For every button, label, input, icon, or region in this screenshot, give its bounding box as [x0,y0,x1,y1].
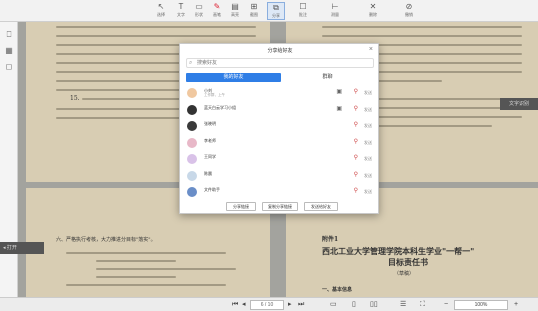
appendix-title-line2: 目标责任书 [388,257,428,267]
contact-row[interactable]: 张晓明 ⚲ 发送 [186,118,374,135]
single-page-icon[interactable]: ▯ [352,299,356,311]
send-icon[interactable]: ⚲ [354,155,358,162]
right-side-indicator[interactable]: 文字识别 [500,98,538,110]
grid-icon: ⊞ [250,2,258,11]
contact-row[interactable]: 王同学 ⚲ 发送 [186,151,374,168]
tab-groups[interactable]: 群聊 [281,73,374,82]
contact-name: 王同学 [204,154,216,159]
toolbar-item-measure[interactable]: ⊢ 测量 [326,2,344,20]
send-label: 发送 [364,90,372,95]
top-toolbar: ↖ 选择 T 文字 ▭ 形状 ✎ 画笔 ▤ 高亮 ⊞ 截图 ⧉ 分享 ☐ 批注 ⊢ 测量 ✕ 删除 … [0,0,538,22]
send-label: 发送 [364,123,372,128]
send-label: 发送 [364,189,372,194]
contact-name: 陈晨 [204,170,212,176]
fit-page-icon[interactable]: ▭ [330,299,337,311]
toolbar-item-delete[interactable]: ✕ 删除 [364,2,382,20]
toolbar-item-highlight[interactable]: ▤ 高亮 [226,2,244,20]
tab-friends[interactable]: 我的好友 [186,73,281,82]
pointer-icon: ↖ [157,2,165,11]
send-icon[interactable]: ⚲ [354,122,358,129]
next-page-icon[interactable]: ▸ [288,299,292,311]
left-side-indicator[interactable]: ◂ 打开 [0,242,44,254]
toolbar-item-share[interactable]: ⧉ 分享 [267,2,285,20]
send-icon[interactable]: ⚲ [354,89,358,96]
avatar [187,187,197,197]
screenshot-icon: ⧉ [273,3,279,12]
rect-icon: ▭ [195,2,203,11]
dialog-title: 分享给好友 [267,48,293,54]
search-box: ⌕ [186,58,374,68]
toolbar-item-pen[interactable]: ✎ 画笔 [208,2,226,20]
fullscreen-icon[interactable]: ⛶ [420,299,425,311]
avatar [187,170,197,181]
contact-subtitle: 工作群，上午 [204,93,225,97]
paragraph-number: 15. [70,95,80,102]
section-heading: 六、严格执行考核，大力推进分目标"落实"。 [56,237,156,243]
send-icon[interactable]: ⚲ [354,139,358,146]
prev-page-icon[interactable]: ◂ [242,299,246,311]
last-page-icon[interactable]: ⏭ [298,299,304,311]
contact-name: 李老师 [204,137,216,143]
zoom-level[interactable]: 100% [454,300,508,310]
toolbar-item-undo[interactable]: ⊘ 撤销 [400,2,418,20]
close-x-icon: ✕ [369,2,377,11]
send-label: 发送 [364,139,372,145]
send-label: 发送 [364,106,372,112]
send-label: 发送 [364,172,372,178]
contact-name: 文件助手 [204,187,220,192]
send-to-friend-button[interactable]: 发送给好友 [304,202,338,211]
contact-row[interactable]: 文件助手 ⚲ 发送 [186,184,374,201]
close-icon[interactable]: × [369,46,373,54]
share-dialog: 分享给好友 × ⌕ 我的好友 群聊 小刘工作群，上午▣⚲发送蓝天白云学习小组▣⚲… [179,43,379,214]
send-label: 发送 [364,156,372,161]
ban-icon: ⊘ [405,2,413,11]
continuous-page-icon[interactable]: ☰ [400,299,406,311]
avatar [187,88,197,98]
contact-row[interactable]: 陈晨 ⚲ 发送 [186,168,374,185]
bookmark-icon[interactable]: ⎕ [4,30,14,40]
avatar [187,137,197,148]
zoom-out-icon[interactable]: − [444,299,448,311]
first-page-icon[interactable]: ⏮ [232,299,238,311]
toolbar-item-shape[interactable]: ▭ 形状 [190,2,208,20]
send-icon[interactable]: ⚲ [354,172,358,179]
pen-icon: ✎ [213,2,221,11]
pdf-reader-window: ↖ 选择 T 文字 ▭ 形状 ✎ 画笔 ▤ 高亮 ⊞ 截图 ⧉ 分享 ☐ 批注 ⊢ 测量 ✕ 删除 … [0,0,538,311]
bottom-status-bar: ⏮ ◂ 6 / 10 ▸ ⏭ ▭ ▯ ▯▯ ☰ ⛶ − 100% + [0,297,538,311]
note-icon: ☐ [299,2,307,11]
copy-link-button[interactable]: 复制分享链接 [262,202,298,211]
toolbar-item-note[interactable]: ☐ 批注 [294,2,312,20]
text-icon: T [178,2,184,11]
share-link-button[interactable]: 分享链接 [226,202,256,211]
thumbnail-icon[interactable]: ▦ [4,46,14,56]
contact-row[interactable]: 蓝天白云学习小组 ▣ ⚲ 发送 [186,102,374,119]
contact-row[interactable]: 小刘 工作群，上午 ▣ ⚲ 发送 [186,85,374,102]
page-number-input[interactable]: 6 / 10 [250,300,284,310]
contact-name: 张晓明 [204,121,216,126]
avatar [187,154,197,164]
section-one-heading: 一、基本信息 [322,287,353,293]
search-input[interactable] [197,59,367,67]
ruler-icon: ⊢ [331,2,339,11]
toolbar-item-select[interactable]: ↖ 选择 [152,2,170,20]
highlight-icon: ▤ [231,2,239,11]
comment-icon[interactable]: ◻ [4,62,14,72]
left-sidebar: ⎕ ▦ ◻ [0,22,18,311]
double-page-icon[interactable]: ▯▯ [370,299,378,311]
send-icon[interactable]: ⚲ [354,188,358,195]
appendix-label: 附件1 [322,236,339,243]
search-icon: ⌕ [189,60,193,66]
send-icon[interactable]: ⚲ [354,106,358,113]
contact-name: 蓝天白云学习小组 [204,104,236,110]
toolbar-item-text[interactable]: T 文字 [172,2,190,20]
chat-icon[interactable]: ▣ [336,89,342,96]
chat-icon[interactable]: ▣ [336,106,342,113]
zoom-in-icon[interactable]: + [514,299,518,311]
toolbar-item-capture[interactable]: ⊞ 截图 [245,2,263,20]
avatar [187,121,197,131]
contact-row[interactable]: 李老师 ⚲ 发送 [186,135,374,152]
appendix-subtitle: （草稿） [394,271,415,277]
appendix-title-line1: 西北工业大学管理学院本科生学业"一帮一" [322,246,475,256]
avatar [187,104,197,115]
